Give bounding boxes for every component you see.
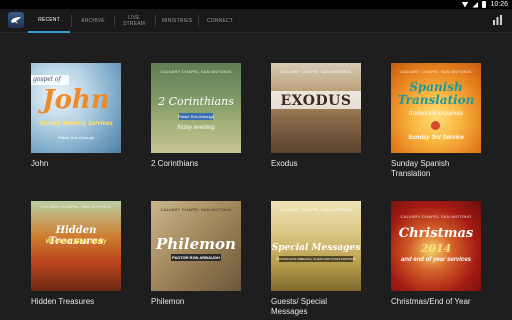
cover-brand: CALVARY CHAPEL SAN ANTONIO <box>160 69 232 74</box>
cover-pastor: Pastor Ron Arbaugh <box>177 114 215 119</box>
cover-pastor: PASTOR RON ARBAUGH <box>172 255 220 260</box>
series-card-philemon[interactable]: CALVARY CHAPEL SAN ANTONIO Philemon PAST… <box>151 201 241 307</box>
cover-subtitle: and end of year services <box>400 257 472 263</box>
cover-brand: CALVARY CHAPEL SAN ANTONIO <box>400 214 472 219</box>
series-title: Philemon <box>151 297 185 306</box>
tab-live-stream[interactable]: LIVE STREAM <box>115 9 153 33</box>
cover-image: gospel of John Sunday Morning Services P… <box>31 63 121 153</box>
battery-icon <box>482 1 487 8</box>
signal-icon <box>472 1 479 8</box>
cover-image: CALVARY CHAPEL SAN ANTONIO 2 Corinthians… <box>151 63 241 153</box>
dove-icon <box>11 17 21 24</box>
cover-brand: CALVARY CHAPEL SAN ANTONIO <box>400 69 472 74</box>
cover-title-line2: 2014 <box>420 242 452 255</box>
status-bar: 10:26 <box>0 0 512 9</box>
cover-subtitle: friday evening <box>177 125 215 131</box>
cover-subtitle: traducción española <box>409 111 463 117</box>
cover-title: Christmas <box>398 226 474 241</box>
cover-kicker: gospel of <box>33 76 61 83</box>
cover-subtitle-line2: Sunday 3rd Service <box>408 135 464 141</box>
cover-title: EXODUS <box>280 93 352 109</box>
cover-subtitle: Women's Bible Study <box>45 239 107 245</box>
cover-subtitle: Sunday Morning Services <box>39 121 113 127</box>
tab-archive[interactable]: ARCHIVE <box>72 9 114 33</box>
tab-ministries[interactable]: MINISTRIES <box>156 9 198 33</box>
speaker-icon <box>431 121 440 130</box>
cover-brand: CALVARY CHAPEL SAN ANTONIO <box>280 69 352 74</box>
bar-chart-icon[interactable] <box>493 15 502 25</box>
series-card-spanish-translation[interactable]: CALVARY CHAPEL SAN ANTONIO Spanish Trans… <box>391 63 481 179</box>
cover-title: Spanish <box>409 80 463 94</box>
wifi-icon <box>461 1 469 8</box>
app-bar: RECENT ARCHIVE LIVE STREAM MINISTRIES CO… <box>0 9 512 33</box>
app-logo[interactable] <box>8 12 24 28</box>
cover-image: CALVARY CHAPEL SAN ANTONIO Spanish Trans… <box>391 63 481 153</box>
cover-title-line2: Translation <box>397 93 475 107</box>
cover-image: CALVARY CHAPEL SAN ANTONIO Hidden Treasu… <box>31 201 121 291</box>
cover-brand: CALVARY CHAPEL SAN ANTONIO <box>280 207 352 212</box>
tab-connect[interactable]: CONNECT <box>199 9 241 33</box>
cover-image: CALVARY CHAPEL SAN ANTONIO Philemon PAST… <box>151 201 241 291</box>
tab-recent[interactable]: RECENT <box>28 9 70 33</box>
series-card-hidden-treasures[interactable]: CALVARY CHAPEL SAN ANTONIO Hidden Treasu… <box>31 201 121 307</box>
cover-pastor: PASTOR RON ARBAUGH, GUEST AND STAFF PAST… <box>276 257 356 261</box>
series-title: Christmas/End of Year <box>391 297 471 306</box>
series-title: Exodus <box>271 159 298 168</box>
series-card-john[interactable]: gospel of John Sunday Morning Services P… <box>31 63 121 169</box>
cover-title: Philemon <box>156 235 236 253</box>
status-time: 10:26 <box>490 1 508 8</box>
cover-pastor: Pastor Ron Arbaugh <box>57 135 95 140</box>
cover-title: John <box>42 85 110 115</box>
series-card-christmas[interactable]: CALVARY CHAPEL SAN ANTONIO Christmas 201… <box>391 201 481 307</box>
cover-brand: CALVARY CHAPEL SAN ANTONIO <box>160 207 232 212</box>
series-title: Hidden Treasures <box>31 297 95 306</box>
cover-image: CALVARY CHAPEL SAN ANTONIO Special Messa… <box>271 201 361 291</box>
cover-title: 2 Corinthians <box>158 95 234 108</box>
series-title: John <box>31 159 49 168</box>
series-card-exodus[interactable]: CALVARY CHAPEL SAN ANTONIO EXODUS Exodus <box>271 63 361 169</box>
series-card-special-messages[interactable]: CALVARY CHAPEL SAN ANTONIO Special Messa… <box>271 201 361 317</box>
series-grid: gospel of John Sunday Morning Services P… <box>0 33 512 320</box>
cover-title: Special Messages <box>271 243 361 253</box>
series-card-2-corinthians[interactable]: CALVARY CHAPEL SAN ANTONIO 2 Corinthians… <box>151 63 241 169</box>
series-title: 2 Corinthians <box>151 159 199 168</box>
cover-image: CALVARY CHAPEL SAN ANTONIO Christmas 201… <box>391 201 481 291</box>
series-title: Guests/ Special Messages <box>271 297 328 316</box>
series-title: Sunday Spanish Translation <box>391 159 450 178</box>
cover-brand: CALVARY CHAPEL SAN ANTONIO <box>40 204 112 209</box>
cover-image: CALVARY CHAPEL SAN ANTONIO EXODUS <box>271 63 361 153</box>
